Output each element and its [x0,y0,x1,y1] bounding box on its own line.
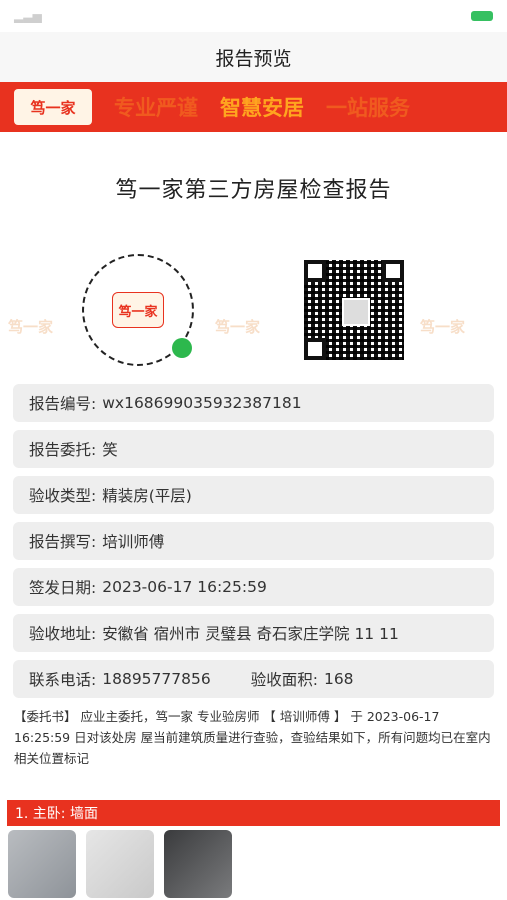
nav-bar: 报告预览 [0,32,507,82]
info-value: 笑 [102,441,118,459]
info-label: 报告撰写: [29,533,97,551]
slogan-1: 专业严谨 [114,96,198,120]
qr-finder [304,260,326,282]
report-title: 笃一家第三方房屋检查报告 [115,178,392,203]
area-value: 168 [323,670,354,688]
battery-icon [471,11,493,21]
info-value: wx16869903593238718​1 [102,394,302,412]
info-value: 2023-06-17 16:25:59 [102,578,267,596]
info-row-date: 签发日期: 2023-06-17 16:25:59 [13,568,494,606]
info-value: 精装房(平层) [102,487,192,505]
inspection-photo[interactable] [164,830,232,898]
slogan-3: 一站服务 [326,96,410,120]
inspection-photo[interactable] [8,830,76,898]
info-row-phone-area: 联系电话: 18895777856 验收面积: 168 [13,660,494,698]
page-title: 报告预览 [215,47,292,70]
qr-finder [304,338,326,360]
slogan-2: 智慧安居 [220,96,304,120]
qr-finder [382,260,404,282]
info-value: 安徽省 宿州市 灵璧县 奇石家庄学院 11 11 [102,625,399,643]
status-bar: ▂▃▅ [0,0,507,32]
mini-program-qr-code[interactable]: 笃一家 [82,254,194,366]
info-label: 联系电话: [29,671,97,689]
info-label: 验收面积: [250,671,318,689]
phone-value[interactable]: 18895777856 [102,670,210,688]
info-row-address: 验收地址: 安徽省 宿州市 灵璧县 奇石家庄学院 11 11 [13,614,494,652]
commission-statement: 【委托书】 应业主委托，笃一家 专业验房师 【 培训师傅 】 于 2023-06… [14,709,491,766]
section-header: 1. 主卧: 墙面 [7,800,500,826]
info-label: 验收类型: [29,487,97,505]
report-info: 报告编号: wx16869903593238718​1 报告委托: 笑 验收类型… [0,384,507,698]
watermark-logo: 笃一家 [420,318,466,336]
info-row-type: 验收类型: 精装房(平层) [13,476,494,514]
qr-center-logo: 笃一家 [112,292,164,328]
info-row-author: 报告撰写: 培训师傅 [13,522,494,560]
info-label: 验收地址: [29,625,97,643]
inspection-photo[interactable] [86,830,154,898]
info-label: 签发日期: [29,579,97,597]
info-value: 培训师傅 [102,533,165,551]
wechat-icon [172,338,192,358]
photo-list [8,830,232,898]
qr-area: 笃一家 笃一家 笃一家 笃一家 [0,204,507,384]
watermark-logo: 笃一家 [215,318,261,336]
qr-code[interactable] [304,260,404,360]
info-label: 报告编号: [29,395,97,413]
info-label: 报告委托: [29,441,97,459]
brand-banner: 笃一家 专业严谨 智慧安居 一站服务 [0,82,507,132]
avatar-icon [342,298,370,326]
info-row-report-no: 报告编号: wx16869903593238718​1 [13,384,494,422]
brand-logo: 笃一家 [14,89,92,125]
watermark-logo: 笃一家 [8,318,54,336]
signal-icon: ▂▃▅ [14,9,42,23]
info-row-client: 报告委托: 笑 [13,430,494,468]
